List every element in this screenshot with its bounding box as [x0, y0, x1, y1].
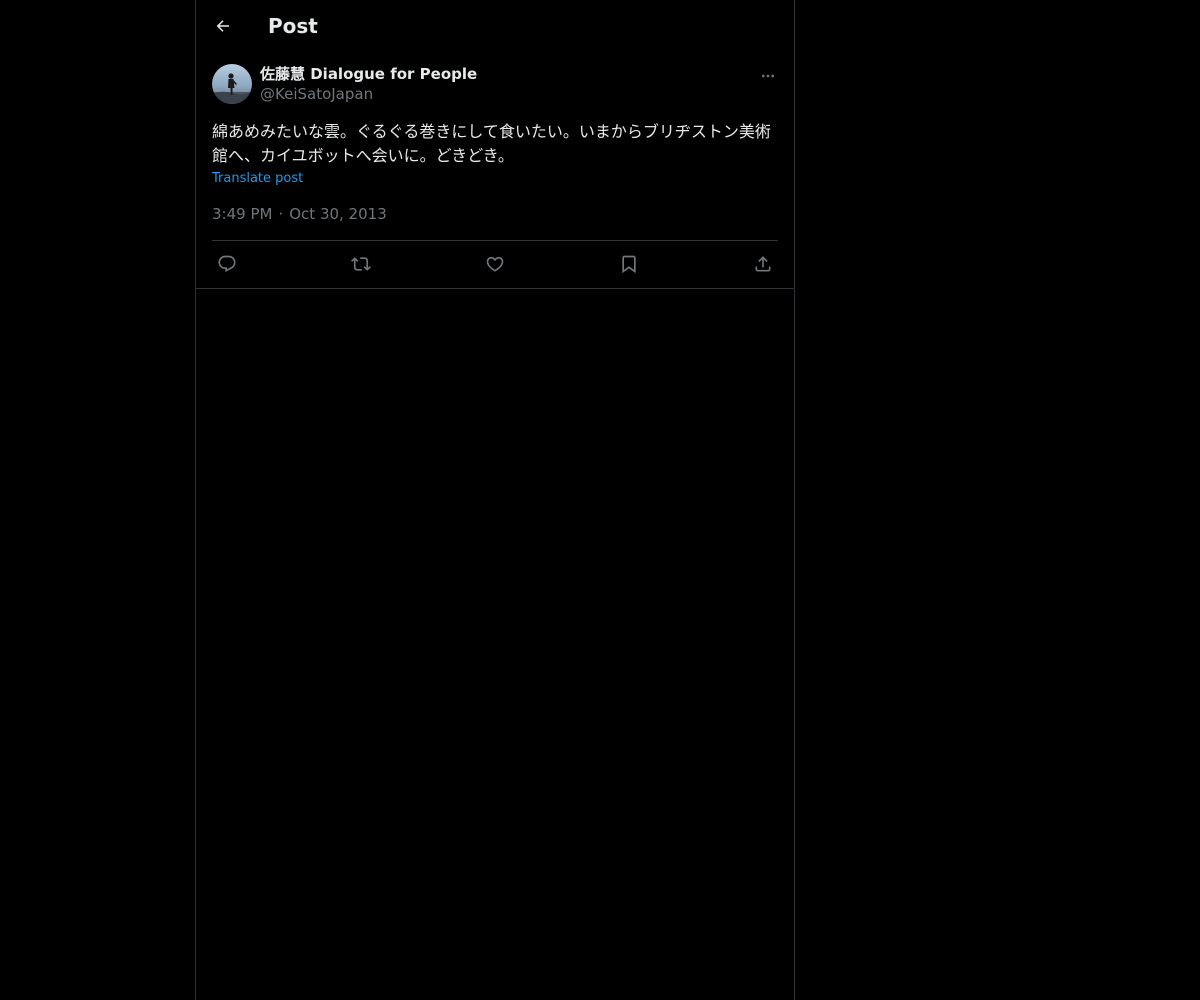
post-date[interactable]: Oct 30, 2013	[289, 205, 387, 223]
post-text: 綿あめみたいな雲。ぐるぐる巻きにして食いたい。いまからブリヂストン美術館へ、カイ…	[212, 122, 771, 165]
author-info: 佐藤慧 Dialogue for People @KeiSatoJapan	[260, 64, 477, 104]
bookmark-button[interactable]	[614, 250, 644, 278]
avatar[interactable]	[212, 64, 252, 104]
ellipsis-icon	[762, 74, 774, 78]
page-header: Post	[196, 0, 794, 53]
avatar-image	[212, 73, 252, 104]
share-icon	[755, 256, 771, 272]
like-button[interactable]	[480, 250, 510, 278]
post-actions	[212, 250, 778, 278]
primary-column: Post 佐藤慧 Dialogue for People @KeiSatoJap…	[195, 0, 795, 1000]
post-timestamp: 3:49 PM · Oct 30, 2013	[212, 204, 387, 224]
translate-post-link[interactable]: Translate post	[212, 170, 303, 188]
repost-icon	[351, 257, 371, 271]
reply-icon	[218, 255, 236, 273]
reply-button[interactable]	[212, 250, 242, 278]
back-button[interactable]	[208, 11, 238, 41]
share-button[interactable]	[748, 250, 778, 278]
author-display-name[interactable]: 佐藤慧 Dialogue for People	[260, 64, 477, 84]
actions-divider-top	[212, 240, 778, 241]
more-options-button[interactable]	[758, 66, 778, 86]
heart-icon	[486, 256, 504, 272]
repost-button[interactable]	[346, 250, 376, 278]
meta-separator: ·	[278, 205, 284, 223]
post-divider-bottom	[196, 288, 794, 289]
arrow-left-icon	[216, 20, 229, 32]
author-handle[interactable]: @KeiSatoJapan	[260, 84, 477, 104]
post-time[interactable]: 3:49 PM	[212, 205, 272, 223]
bookmark-icon	[622, 255, 636, 274]
page-title: Post	[268, 14, 318, 38]
